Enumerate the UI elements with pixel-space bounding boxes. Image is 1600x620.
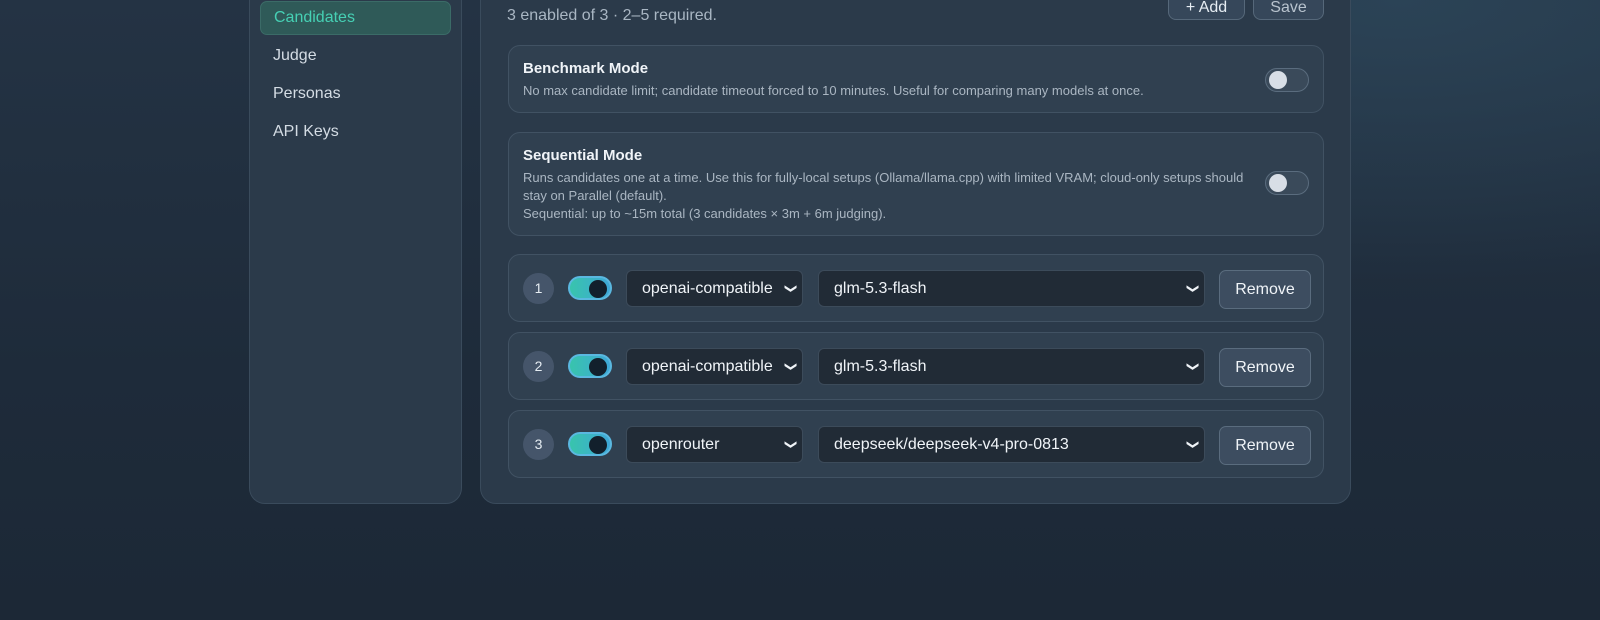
model-select-value: glm-5.3-flash: [834, 280, 927, 297]
save-button[interactable]: Save: [1253, 0, 1324, 20]
sequential-mode-card: Sequential Mode Runs candidates one at a…: [508, 132, 1324, 236]
toggle-knob: [589, 358, 607, 376]
benchmark-mode-description: No max candidate limit; candidate timeou…: [523, 83, 1144, 98]
provider-select-value: openai-compatible: [642, 280, 773, 297]
candidate-row: 3 openrouter ❯ deepseek/deepseek-v4-pro-…: [508, 410, 1324, 478]
benchmark-mode-toggle[interactable]: [1265, 68, 1309, 92]
provider-select[interactable]: openai-compatible ❯: [626, 270, 803, 307]
benchmark-mode-title: Benchmark Mode: [523, 60, 649, 77]
remove-candidate-button[interactable]: Remove: [1219, 426, 1311, 465]
toggle-knob: [1269, 71, 1287, 89]
sidebar-item-judge[interactable]: Judge: [260, 39, 451, 73]
benchmark-mode-card: Benchmark Mode No max candidate limit; c…: [508, 45, 1324, 113]
provider-select[interactable]: openai-compatible ❯: [626, 348, 803, 385]
candidate-number-badge: 1: [523, 273, 554, 304]
sidebar-item-personas[interactable]: Personas: [260, 77, 451, 111]
candidates-summary: 3 enabled of 3 · 2–5 required.: [507, 7, 717, 24]
chevron-down-icon: ❯: [784, 439, 799, 450]
chevron-down-icon: ❯: [1186, 361, 1201, 372]
toggle-knob: [589, 280, 607, 298]
settings-sidebar: Candidates Judge Personas API Keys: [249, 0, 462, 504]
sidebar-item-api-keys[interactable]: API Keys: [260, 115, 451, 149]
sequential-mode-toggle[interactable]: [1265, 171, 1309, 195]
candidate-number-badge: 3: [523, 429, 554, 460]
sequential-mode-title: Sequential Mode: [523, 147, 643, 164]
candidate-enabled-toggle[interactable]: [568, 354, 612, 378]
toggle-knob: [1269, 174, 1287, 192]
add-candidate-button[interactable]: + Add: [1168, 0, 1245, 20]
model-select[interactable]: glm-5.3-flash ❯: [818, 348, 1205, 385]
chevron-down-icon: ❯: [784, 361, 799, 372]
remove-candidate-button[interactable]: Remove: [1219, 348, 1311, 387]
model-select[interactable]: deepseek/deepseek-v4-pro-0813 ❯: [818, 426, 1205, 463]
provider-select[interactable]: openrouter ❯: [626, 426, 803, 463]
remove-candidate-button[interactable]: Remove: [1219, 270, 1311, 309]
candidate-row: 2 openai-compatible ❯ glm-5.3-flash ❯ Re…: [508, 332, 1324, 400]
candidate-enabled-toggle[interactable]: [568, 432, 612, 456]
chevron-down-icon: ❯: [784, 283, 799, 294]
sidebar-item-candidates[interactable]: Candidates: [260, 1, 451, 35]
chevron-down-icon: ❯: [1186, 283, 1201, 294]
sequential-mode-description: Runs candidates one at a time. Use this …: [523, 170, 1244, 203]
candidate-enabled-toggle[interactable]: [568, 276, 612, 300]
provider-select-value: openai-compatible: [642, 358, 773, 375]
provider-select-value: openrouter: [642, 436, 720, 453]
toggle-knob: [589, 436, 607, 454]
model-select-value: deepseek/deepseek-v4-pro-0813: [834, 436, 1069, 453]
candidate-number-badge: 2: [523, 351, 554, 382]
model-select-value: glm-5.3-flash: [834, 358, 927, 375]
chevron-down-icon: ❯: [1186, 439, 1201, 450]
sequential-mode-estimate: Sequential: up to ~15m total (3 candidat…: [523, 206, 887, 221]
candidate-row: 1 openai-compatible ❯ glm-5.3-flash ❯ Re…: [508, 254, 1324, 322]
model-select[interactable]: glm-5.3-flash ❯: [818, 270, 1205, 307]
